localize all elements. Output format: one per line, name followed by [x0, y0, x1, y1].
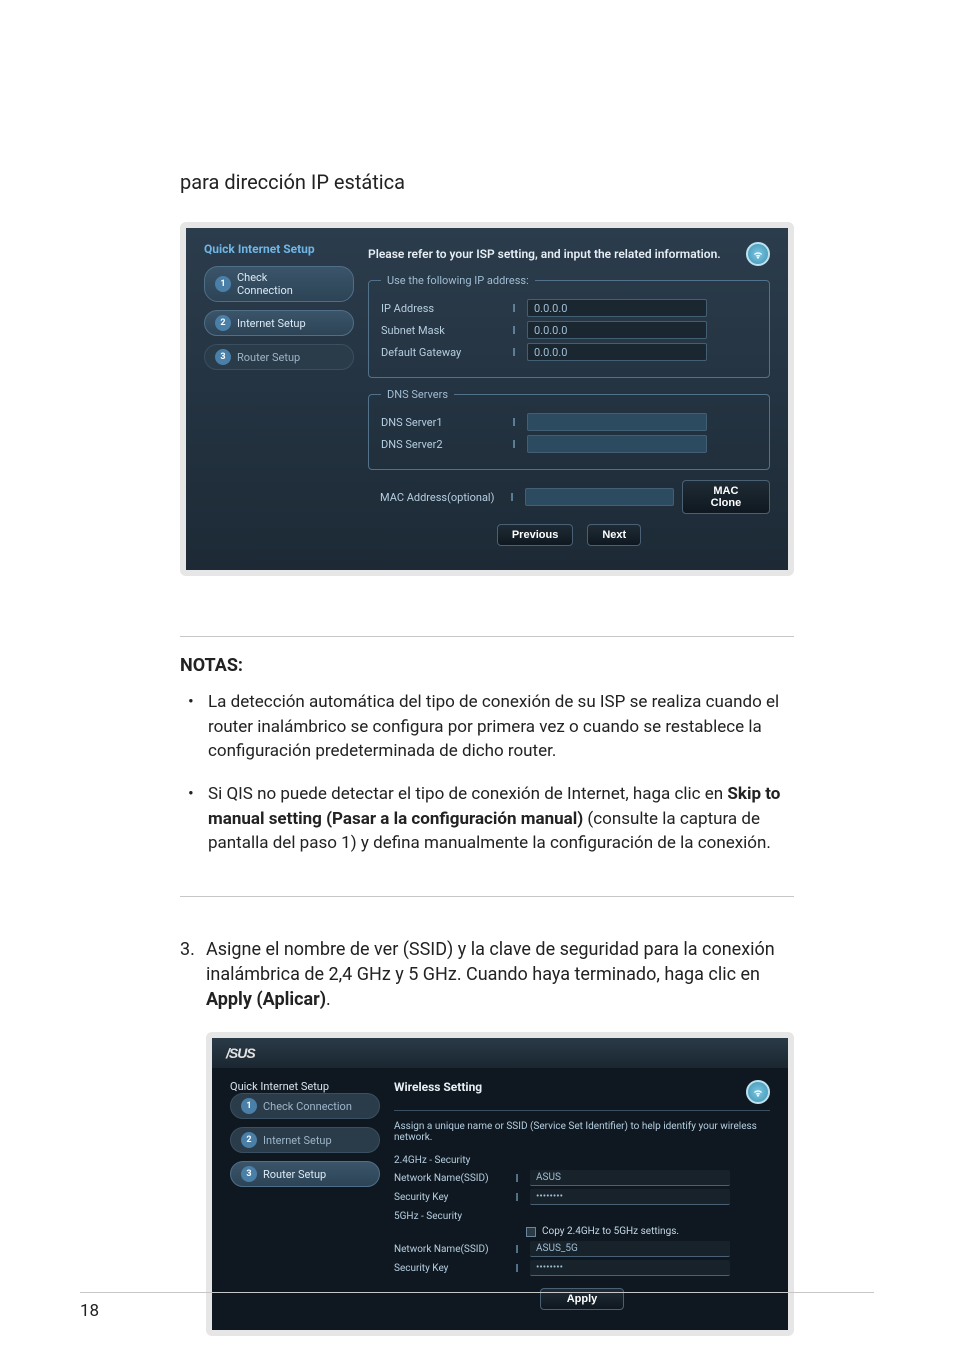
step-router-setup[interactable]: 3 Router Setup [230, 1161, 380, 1187]
edit-icon: I [507, 491, 517, 504]
field-label: Network Name(SSID) [394, 1173, 504, 1184]
footer-divider [80, 1292, 874, 1293]
panel-heading: Wireless Setting [394, 1080, 482, 1104]
notes-section: NOTAS: La detección automática del tipo … [180, 636, 794, 897]
step-label: Internet Setup [237, 317, 306, 330]
sidebar-title: Quick Internet Setup [230, 1080, 380, 1093]
qis-sidebar: Quick Internet Setup 1 Check Connection … [204, 242, 354, 546]
field-label: IP Address [381, 302, 501, 315]
checkbox-icon[interactable] [526, 1227, 536, 1237]
edit-icon: I [512, 1191, 522, 1204]
field-label: Security Key [394, 1263, 504, 1274]
note-item: La detección automática del tipo de cone… [180, 690, 794, 764]
mac-address-row: MAC Address(optional) I MAC Clone [380, 480, 770, 514]
step-number-icon: 3 [241, 1166, 257, 1182]
dns2-row: DNS Server2 I [381, 435, 757, 453]
edit-icon: I [509, 346, 519, 359]
step-router-setup[interactable]: 3 Router Setup [204, 344, 354, 370]
wifi-status-icon [746, 1080, 770, 1104]
ip-address-group: Use the following IP address: IP Address… [368, 274, 770, 378]
field-label: Subnet Mask [381, 324, 501, 337]
page-number: 18 [80, 1301, 99, 1321]
panel-instruction: Please refer to your ISP setting, and in… [368, 247, 721, 261]
step-number-icon: 2 [215, 315, 231, 331]
edit-icon: I [512, 1243, 522, 1256]
ssid-5-input[interactable]: ASUS_5G [530, 1241, 730, 1257]
step-internet-setup[interactable]: 2 Internet Setup [230, 1127, 380, 1153]
default-gateway-input[interactable]: 0.0.0.0 [527, 343, 707, 361]
key-5-row: Security Key I •••••••• [394, 1260, 770, 1276]
field-label: Security Key [394, 1192, 504, 1203]
mac-address-input[interactable] [525, 488, 674, 506]
ip-address-input[interactable]: 0.0.0.0 [527, 299, 707, 317]
field-label: Network Name(SSID) [394, 1244, 504, 1255]
previous-button[interactable]: Previous [497, 524, 573, 546]
ssid-24-input[interactable]: ASUS [530, 1170, 730, 1186]
edit-icon: I [512, 1262, 522, 1275]
field-label: DNS Server2 [381, 438, 501, 451]
section-title: para dirección IP estática [180, 170, 794, 194]
next-button[interactable]: Next [587, 524, 641, 546]
mac-clone-button[interactable]: MAC Clone [682, 480, 770, 514]
field-label: DNS Server1 [381, 416, 501, 429]
ssid-5-row: Network Name(SSID) I ASUS_5G [394, 1241, 770, 1257]
step-label: Check Connection [263, 1100, 352, 1113]
group-24ghz-title: 2.4GHz - Security [394, 1155, 770, 1166]
copy-settings-row[interactable]: Copy 2.4GHz to 5GHz settings. [526, 1226, 770, 1237]
edit-icon: I [512, 1172, 522, 1185]
edit-icon: I [509, 302, 519, 315]
default-gateway-row: Default Gateway I 0.0.0.0 [381, 343, 757, 361]
dns1-row: DNS Server1 I [381, 413, 757, 431]
edit-icon: I [509, 438, 519, 451]
ip-address-row: IP Address I 0.0.0.0 [381, 299, 757, 317]
step-internet-setup[interactable]: 2 Internet Setup [204, 310, 354, 336]
step-label: Check Connection [237, 271, 293, 297]
dns-servers-group: DNS Servers DNS Server1 I DNS Server2 I [368, 388, 770, 470]
step-number-icon: 2 [241, 1132, 257, 1148]
step-number-icon: 3 [215, 349, 231, 365]
key-5-input[interactable]: •••••••• [530, 1260, 730, 1276]
screenshot-static-ip: Quick Internet Setup 1 Check Connection … [180, 222, 794, 576]
step-check-connection[interactable]: 1 Check Connection [204, 266, 354, 302]
copy-settings-label: Copy 2.4GHz to 5GHz settings. [542, 1226, 679, 1237]
step-check-connection[interactable]: 1 Check Connection [230, 1093, 380, 1119]
group-5ghz-title: 5GHz - Security [394, 1211, 770, 1222]
dns1-input[interactable] [527, 413, 707, 431]
key-24-input[interactable]: •••••••• [530, 1189, 730, 1205]
step-3-instruction: 3. Asigne el nombre de ver (SSID) y la c… [180, 937, 794, 1013]
qis-sidebar: Quick Internet Setup 1 Check Connection … [230, 1080, 380, 1310]
field-label: MAC Address(optional) [380, 491, 499, 504]
wifi-status-icon [746, 242, 770, 266]
subnet-mask-row: Subnet Mask I 0.0.0.0 [381, 321, 757, 339]
screenshot-wireless-setting: /SUS Quick Internet Setup 1 Check Connec… [206, 1032, 794, 1336]
step-number-icon: 1 [215, 276, 231, 292]
field-label: Default Gateway [381, 346, 501, 359]
ssid-24-row: Network Name(SSID) I ASUS [394, 1170, 770, 1186]
notes-heading: NOTAS: [180, 655, 794, 676]
dns2-input[interactable] [527, 435, 707, 453]
step-label: Router Setup [263, 1168, 326, 1181]
key-24-row: Security Key I •••••••• [394, 1189, 770, 1205]
ip-legend: Use the following IP address: [381, 274, 535, 287]
step-label: Internet Setup [263, 1134, 332, 1147]
step-number: 3. [180, 937, 206, 1013]
note-item: Si QIS no puede detectar el tipo de cone… [180, 782, 794, 856]
dns-legend: DNS Servers [381, 388, 454, 401]
step-label: Router Setup [237, 351, 300, 364]
subnet-mask-input[interactable]: 0.0.0.0 [527, 321, 707, 339]
asus-logo: /SUS [226, 1045, 255, 1061]
step-number-icon: 1 [241, 1098, 257, 1114]
panel-description: Assign a unique name or SSID (Service Se… [394, 1121, 770, 1143]
edit-icon: I [509, 324, 519, 337]
sidebar-title: Quick Internet Setup [204, 242, 354, 256]
edit-icon: I [509, 416, 519, 429]
